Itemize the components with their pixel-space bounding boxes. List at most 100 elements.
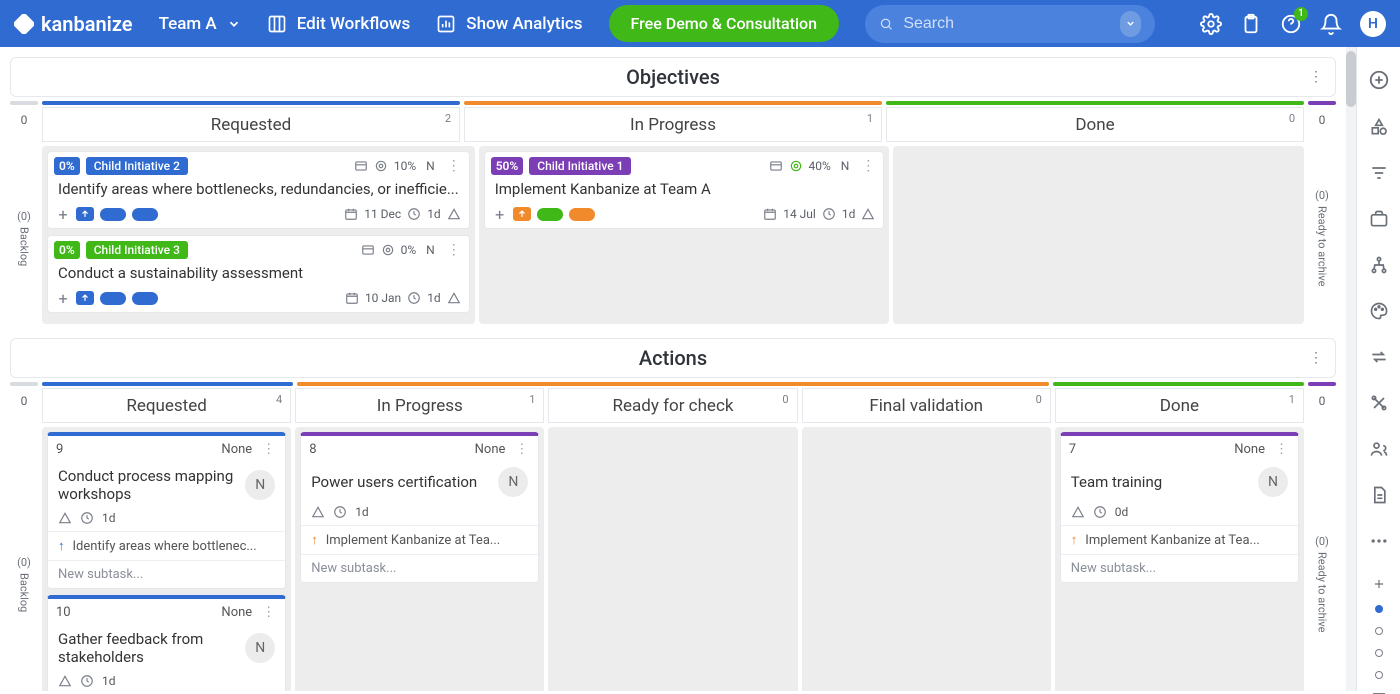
settings-button[interactable]: [1200, 13, 1222, 35]
new-subtask-input[interactable]: New subtask...: [48, 560, 285, 588]
column-requested[interactable]: 9None⋮ Conduct process mapping workshops…: [42, 427, 291, 691]
action-card[interactable]: 8None⋮ Power users certificationN 1d ↑Im…: [300, 432, 539, 583]
assignee-avatar[interactable]: N: [1258, 467, 1288, 497]
document-button[interactable]: [1368, 485, 1390, 505]
more-button[interactable]: [1368, 531, 1390, 551]
parent-link[interactable]: Identify areas where bottlenec...: [73, 539, 257, 554]
column-requested[interactable]: 0% Child Initiative 2 10% N ⋮ Identify a…: [42, 146, 475, 324]
strip-archive: [1308, 101, 1336, 105]
zoom-level-dot[interactable]: [1375, 649, 1383, 657]
link-up-icon: [76, 291, 94, 305]
vertical-scrollbar[interactable]: [1346, 47, 1356, 691]
show-analytics-label: Show Analytics: [466, 14, 582, 34]
team-selector[interactable]: Team A: [159, 14, 241, 34]
card-menu-button[interactable]: ⋮: [859, 158, 877, 174]
users-button[interactable]: [1368, 439, 1390, 459]
zoom-control[interactable]: [1368, 577, 1390, 694]
column-done[interactable]: 7None⋮ Team trainingN 0d ↑Implement Kanb…: [1055, 427, 1304, 691]
swap-button[interactable]: [1368, 347, 1390, 367]
archive-header[interactable]: 0: [1308, 388, 1336, 423]
add-subtask-button[interactable]: +: [56, 207, 70, 221]
card-menu-button[interactable]: ⋮: [260, 442, 277, 457]
clock-icon: [333, 505, 347, 519]
edit-workflows-button[interactable]: Edit Workflows: [267, 14, 411, 34]
user-avatar[interactable]: H: [1360, 11, 1386, 37]
backlog-header[interactable]: 0: [10, 107, 38, 142]
card-menu-button[interactable]: ⋮: [513, 442, 530, 457]
duration: 1d: [102, 674, 116, 688]
clock-icon: [407, 207, 421, 221]
column-header-final[interactable]: Final validation0: [802, 388, 1051, 423]
backlog-header[interactable]: 0: [10, 388, 38, 423]
column-header-inprogress[interactable]: In Progress1: [464, 107, 882, 142]
hierarchy-button[interactable]: [1368, 255, 1390, 275]
objective-card[interactable]: 0% Child Initiative 2 10% N ⋮ Identify a…: [47, 151, 470, 229]
archive-header[interactable]: 0: [1308, 107, 1336, 142]
parent-link[interactable]: Implement Kanbanize at Tea...: [326, 533, 501, 548]
search-icon: [879, 15, 893, 33]
assignee-avatar[interactable]: N: [245, 633, 275, 663]
ready-to-archive-label[interactable]: (0)Ready to archive: [1308, 427, 1336, 691]
search-dropdown-button[interactable]: [1120, 11, 1141, 37]
scrollbar-thumb[interactable]: [1346, 51, 1356, 107]
card-menu-button[interactable]: ⋮: [260, 605, 277, 620]
column-readycheck[interactable]: [548, 427, 797, 691]
briefcase-button[interactable]: [1368, 209, 1390, 229]
column-header-done[interactable]: Done1: [1055, 388, 1304, 423]
objective-card[interactable]: 50% Child Initiative 1 40% N ⋮ Implement…: [484, 151, 885, 229]
help-button[interactable]: 1: [1280, 13, 1302, 35]
show-analytics-button[interactable]: Show Analytics: [436, 14, 582, 34]
tools-button[interactable]: [1368, 393, 1390, 413]
logo[interactable]: kanbanize: [14, 12, 133, 36]
assignee-avatar[interactable]: N: [245, 470, 275, 500]
board-scroll[interactable]: Objectives ⋮ 0 Requested2 In Progress1 D…: [0, 47, 1346, 691]
column-header-inprogress[interactable]: In Progress1: [295, 388, 544, 423]
demo-button[interactable]: Free Demo & Consultation: [609, 5, 839, 42]
assignee: N: [422, 159, 439, 173]
search-input[interactable]: [903, 15, 1110, 33]
action-card[interactable]: 9None⋮ Conduct process mapping workshops…: [47, 432, 286, 589]
new-subtask-input[interactable]: New subtask...: [1061, 554, 1298, 582]
palette-button[interactable]: [1368, 301, 1390, 321]
column-header-requested[interactable]: Requested2: [42, 107, 460, 142]
notifications-button[interactable]: [1320, 13, 1342, 35]
card-menu-button[interactable]: ⋮: [1273, 442, 1290, 457]
column-header-requested[interactable]: Requested4: [42, 388, 291, 423]
filter-button[interactable]: [1368, 163, 1390, 183]
clipboard-button[interactable]: [1240, 13, 1262, 35]
card-menu-button[interactable]: ⋮: [445, 242, 463, 258]
lane-menu-button[interactable]: ⋮: [1309, 69, 1323, 85]
card-menu-button[interactable]: ⋮: [445, 158, 463, 174]
column-header-done[interactable]: Done0: [886, 107, 1304, 142]
ready-to-archive-label[interactable]: (0)Ready to archive: [1308, 146, 1336, 324]
zoom-level-dot[interactable]: [1375, 605, 1383, 613]
action-card[interactable]: 7None⋮ Team trainingN 0d ↑Implement Kanb…: [1060, 432, 1299, 583]
lane-menu-button[interactable]: ⋮: [1309, 350, 1323, 366]
column-done[interactable]: [893, 146, 1304, 324]
add-card-button[interactable]: [1368, 69, 1390, 91]
zoom-level-dot[interactable]: [1375, 627, 1383, 635]
search-field[interactable]: [865, 5, 1155, 43]
add-subtask-button[interactable]: +: [493, 207, 507, 221]
column-inprogress[interactable]: 50% Child Initiative 1 40% N ⋮ Implement…: [479, 146, 890, 324]
bell-icon: [1320, 13, 1342, 35]
backlog-label[interactable]: (0)Backlog: [10, 146, 38, 324]
objective-card[interactable]: 0% Child Initiative 3 0% N ⋮ Conduct a s…: [47, 235, 470, 313]
column-header-readycheck[interactable]: Ready for check0: [548, 388, 797, 423]
zoom-level-dot[interactable]: [1375, 671, 1383, 679]
zoom-in-button[interactable]: [1368, 577, 1390, 591]
column-final[interactable]: [802, 427, 1051, 691]
assignee-avatar[interactable]: N: [498, 467, 528, 497]
backlog-label[interactable]: (0)Backlog: [10, 427, 38, 691]
new-subtask-input[interactable]: New subtask...: [301, 554, 538, 582]
search-wrap: [865, 5, 1155, 43]
parent-link[interactable]: Implement Kanbanize at Tea...: [1085, 533, 1260, 548]
column-inprogress[interactable]: 8None⋮ Power users certificationN 1d ↑Im…: [295, 427, 544, 691]
main: Objectives ⋮ 0 Requested2 In Progress1 D…: [0, 47, 1400, 691]
percent-badge: 50%: [491, 157, 524, 175]
add-subtask-button[interactable]: +: [56, 291, 70, 305]
palette-icon: [1369, 301, 1389, 321]
shapes-button[interactable]: [1368, 117, 1390, 137]
bar-chart-icon: [436, 14, 456, 34]
action-card[interactable]: 10None⋮ Gather feedback from stakeholder…: [47, 595, 286, 691]
